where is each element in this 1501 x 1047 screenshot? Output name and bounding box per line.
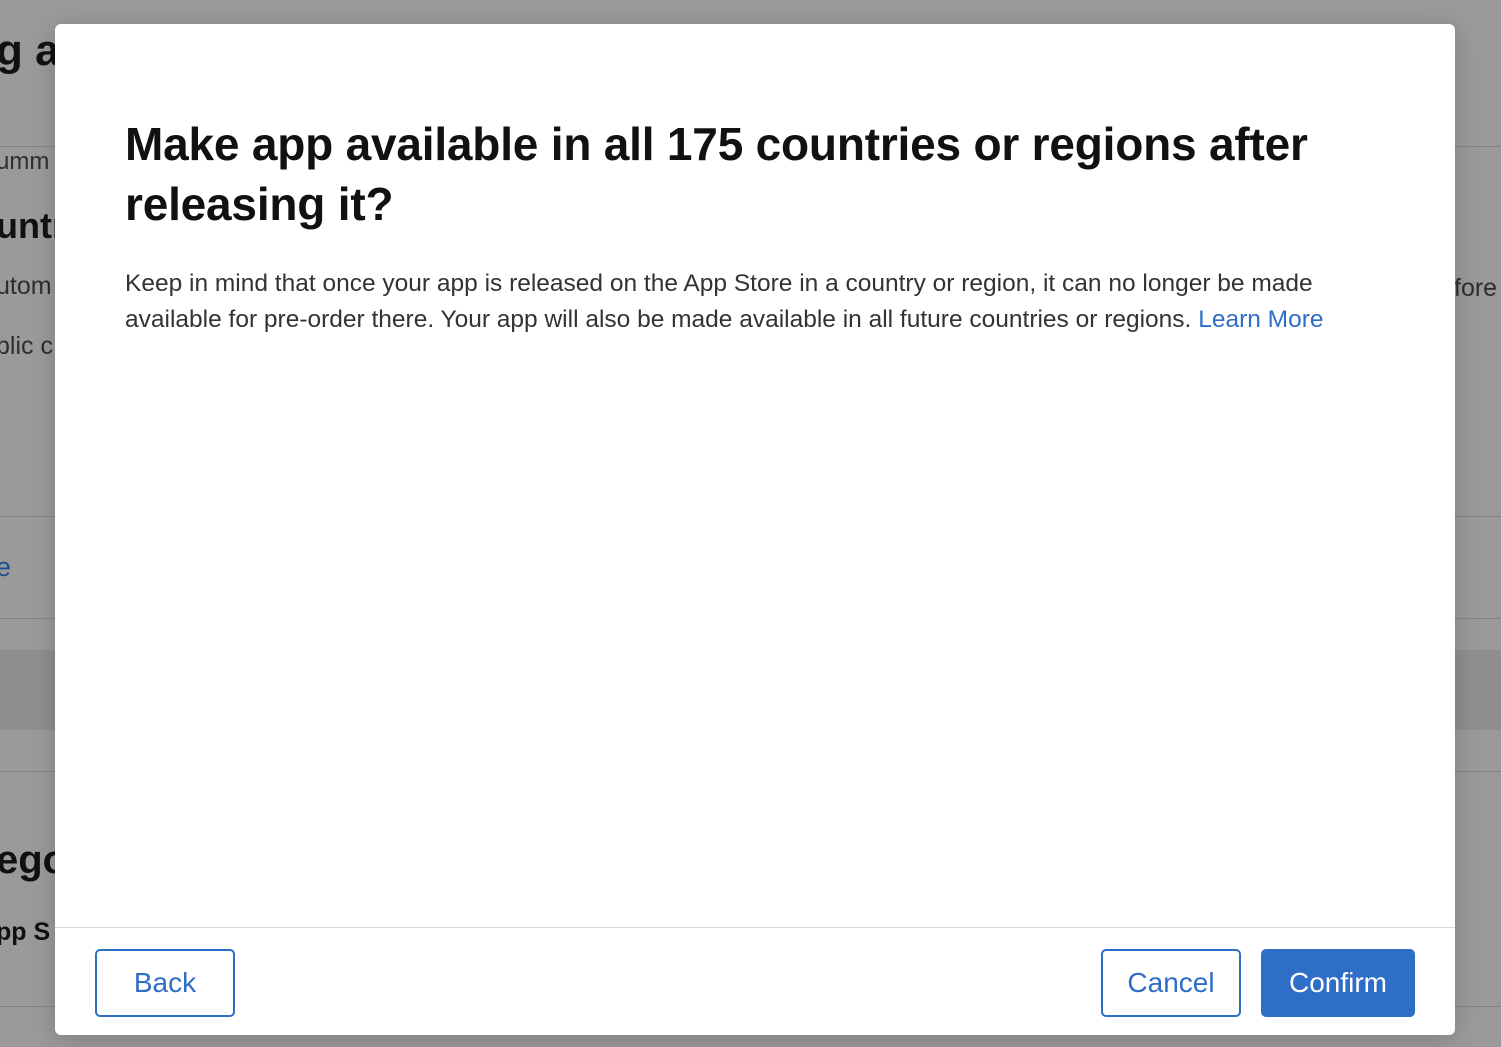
background-text: blic c xyxy=(0,332,53,360)
background-text: utom xyxy=(0,272,52,300)
dialog-body: Keep in mind that once your app is relea… xyxy=(125,266,1390,338)
back-button[interactable]: Back xyxy=(95,949,235,1017)
confirm-availability-dialog: Make app available in all 175 countries … xyxy=(55,24,1455,1035)
dialog-body-text: Keep in mind that once your app is relea… xyxy=(125,270,1313,333)
learn-more-link[interactable]: Learn More xyxy=(1198,306,1323,333)
confirm-button[interactable]: Confirm xyxy=(1261,949,1415,1017)
background-text: fore xyxy=(1454,274,1498,302)
dialog-footer-divider xyxy=(55,927,1455,928)
background-subtitle: umm xyxy=(0,148,50,175)
background-text: pp S xyxy=(0,918,51,946)
cancel-button[interactable]: Cancel xyxy=(1101,949,1241,1017)
background-link: e xyxy=(0,552,12,582)
dialog-title: Make app available in all 175 countries … xyxy=(125,118,1308,230)
